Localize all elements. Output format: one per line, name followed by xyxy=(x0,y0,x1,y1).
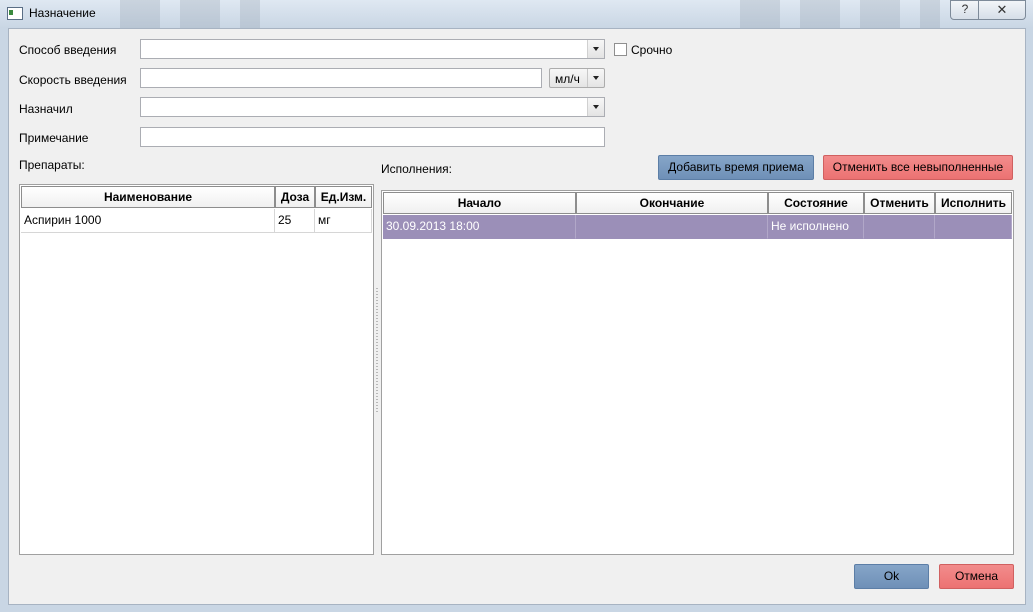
executions-label: Исполнения: xyxy=(381,162,452,176)
chevron-down-icon[interactable] xyxy=(587,98,604,116)
chevron-down-icon[interactable] xyxy=(587,69,604,87)
column-header[interactable]: Окончание xyxy=(576,192,768,214)
speed-unit-combo[interactable]: мл/ч xyxy=(549,68,605,88)
note-input[interactable] xyxy=(140,127,605,147)
window-title: Назначение xyxy=(29,6,96,20)
ok-button[interactable]: Ok xyxy=(854,564,929,589)
drugs-table-header: Наименование Доза Ед.Изм. xyxy=(21,186,372,209)
route-label: Способ введения xyxy=(19,43,117,57)
cancel-cell[interactable] xyxy=(864,215,935,239)
drugs-table[interactable]: Наименование Доза Ед.Изм. Аспирин 1000 2… xyxy=(19,184,374,555)
column-header[interactable]: Ед.Изм. xyxy=(315,186,372,208)
speed-input[interactable] xyxy=(140,68,542,88)
drug-name-cell[interactable]: Аспирин 1000 xyxy=(21,209,275,233)
title-bar: Назначение ? ✕ xyxy=(0,0,1033,28)
add-time-button[interactable]: Добавить время приема xyxy=(658,155,814,180)
help-button[interactable]: ? xyxy=(950,0,980,20)
speed-label: Скорость введения xyxy=(19,73,127,87)
prescribed-label: Назначил xyxy=(19,102,73,116)
column-header[interactable]: Отменить xyxy=(864,192,935,214)
drugs-label: Препараты: xyxy=(19,158,85,172)
window-frame-left xyxy=(0,28,8,612)
column-header[interactable]: Доза xyxy=(275,186,315,208)
end-cell[interactable] xyxy=(576,215,768,239)
window-frame-right xyxy=(1025,28,1033,612)
urgent-checkbox[interactable] xyxy=(614,43,627,56)
execute-cell[interactable] xyxy=(935,215,1012,239)
start-cell[interactable]: 30.09.2013 18:00 xyxy=(383,215,576,239)
drug-unit-cell[interactable]: мг xyxy=(315,209,372,233)
note-label: Примечание xyxy=(19,131,89,145)
splitter-handle[interactable] xyxy=(376,288,378,414)
background-window-ghost xyxy=(120,0,260,28)
prescribed-combo[interactable] xyxy=(140,97,605,117)
column-header[interactable]: Состояние xyxy=(768,192,864,214)
route-combo[interactable] xyxy=(140,39,605,59)
chevron-down-icon[interactable] xyxy=(587,40,604,58)
drug-dose-cell[interactable]: 25 xyxy=(275,209,315,233)
status-cell[interactable]: Не исполнено xyxy=(768,215,864,239)
close-button[interactable]: ✕ xyxy=(978,0,1026,20)
column-header[interactable]: Исполнить xyxy=(935,192,1012,214)
executions-table[interactable]: Начало Окончание Состояние Отменить Испо… xyxy=(381,190,1014,555)
urgent-label: Срочно xyxy=(631,43,673,57)
background-window-ghost xyxy=(740,0,940,28)
cancel-all-pending-button[interactable]: Отменить все невыполненные xyxy=(823,155,1013,180)
column-header[interactable]: Наименование xyxy=(21,186,275,208)
executions-table-header: Начало Окончание Состояние Отменить Испо… xyxy=(383,192,1012,215)
app-icon xyxy=(7,7,23,20)
column-header[interactable]: Начало xyxy=(383,192,576,214)
cancel-button[interactable]: Отмена xyxy=(939,564,1014,589)
speed-unit-value: мл/ч xyxy=(555,72,580,86)
